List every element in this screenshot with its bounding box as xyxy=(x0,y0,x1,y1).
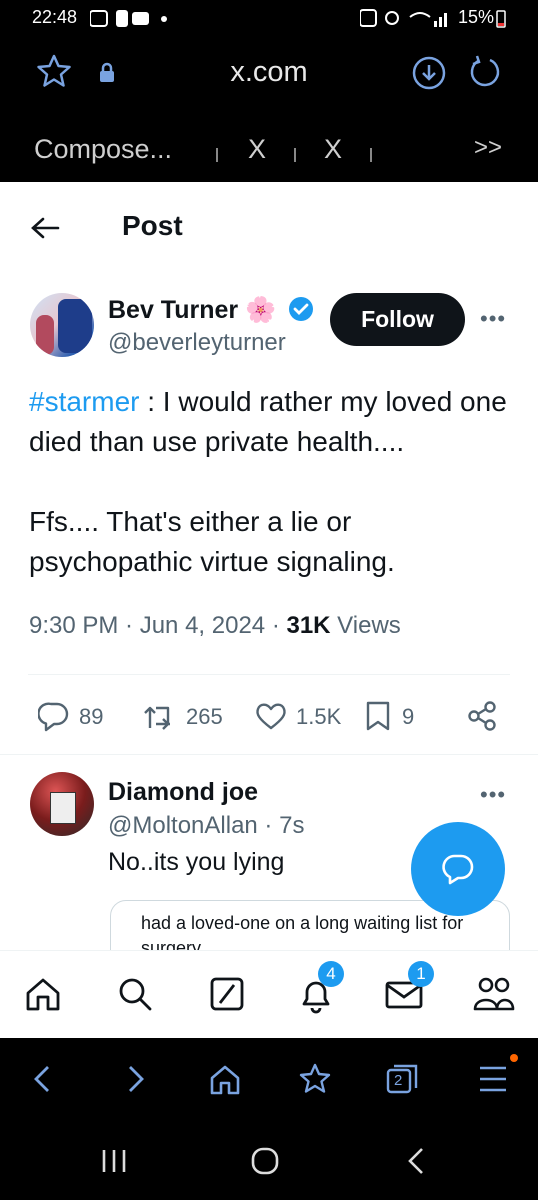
system-back-icon[interactable] xyxy=(406,1146,426,1176)
status-time: 22:48 xyxy=(32,7,78,27)
tab-count: 2 xyxy=(394,1072,403,1089)
reload-icon[interactable] xyxy=(468,54,502,90)
bookmarks-star-icon[interactable] xyxy=(298,1062,332,1096)
reply-icon xyxy=(38,702,69,732)
menu-icon[interactable] xyxy=(478,1064,510,1094)
tab-compose[interactable]: Compose... xyxy=(34,134,172,165)
system-nav-bar xyxy=(0,1118,538,1200)
notifications-badge: 4 xyxy=(318,961,344,987)
page-content: Post Bev Turner 🌸 @beverleyturner Follow… xyxy=(0,182,538,1038)
back-arrow-icon[interactable] xyxy=(30,216,60,240)
compose-reply-button[interactable] xyxy=(411,822,505,916)
back-icon[interactable] xyxy=(32,1064,52,1094)
avatar[interactable] xyxy=(30,293,94,357)
author-handle[interactable]: @beverleyturner xyxy=(108,329,286,357)
battery-icon xyxy=(496,10,506,28)
recents-icon[interactable] xyxy=(100,1148,130,1174)
tab-x-1[interactable]: X xyxy=(248,134,266,165)
reply-author-name[interactable]: Diamond joe xyxy=(108,778,258,807)
divider xyxy=(0,754,538,755)
communities-icon[interactable] xyxy=(472,975,516,1013)
tab-separator xyxy=(370,148,372,162)
author-name[interactable]: Bev Turner 🌸 xyxy=(108,296,276,325)
tab-separator xyxy=(216,148,218,162)
download-icon[interactable] xyxy=(412,56,446,90)
reply-handle-time[interactable]: @MoltonAllan · 7s xyxy=(108,812,304,840)
url-field[interactable]: x.com xyxy=(0,56,538,89)
tab-x-2[interactable]: X xyxy=(324,134,342,165)
notification-icons xyxy=(90,10,167,27)
reply-avatar[interactable] xyxy=(30,772,94,836)
browser-bottom-bar: 2 xyxy=(0,1038,538,1118)
page-title: Post xyxy=(122,210,183,241)
home-button-icon[interactable] xyxy=(250,1146,280,1176)
search-icon[interactable] xyxy=(116,975,154,1013)
verified-badge-icon xyxy=(289,297,313,321)
more-tabs-button[interactable]: >> xyxy=(474,134,502,162)
hashtag-link[interactable]: #starmer xyxy=(29,386,139,417)
bookmark-icon xyxy=(366,701,390,731)
tab-strip: Compose... X X >> xyxy=(0,128,538,172)
views-count: 31K xyxy=(286,612,331,639)
share-icon[interactable] xyxy=(466,700,498,732)
reply-more-options-icon[interactable]: ••• xyxy=(480,782,506,808)
tab-separator xyxy=(294,148,296,162)
heart-icon xyxy=(256,703,286,730)
battery-text: 15% xyxy=(457,7,494,27)
browser-home-icon[interactable] xyxy=(208,1064,242,1096)
tweet-text: #starmer : I would rather my loved one d… xyxy=(29,386,507,577)
bottom-nav: 4 1 xyxy=(0,950,538,1038)
compose-reply-icon xyxy=(442,854,474,885)
tweet-actions: 89 265 1.5K 9 xyxy=(0,687,538,743)
tweet-timestamp: 9:30 PM · Jun 4, 2024 · 31K Views xyxy=(29,612,401,639)
forward-icon[interactable] xyxy=(126,1064,146,1094)
browser-toolbar: x.com Compose... X X >> xyxy=(0,36,538,182)
divider xyxy=(28,674,510,675)
system-status-icons xyxy=(360,9,447,27)
messages-badge: 1 xyxy=(408,961,434,987)
grok-icon[interactable] xyxy=(208,975,246,1013)
repost-icon xyxy=(144,706,170,730)
reply-text: No..its you lying xyxy=(108,848,285,876)
more-options-icon[interactable]: ••• xyxy=(480,306,506,332)
tabs-button[interactable]: 2 xyxy=(386,1064,418,1094)
status-bar: 22:48 15% xyxy=(0,0,538,36)
author-emoji: 🌸 xyxy=(245,296,277,324)
follow-button[interactable]: Follow xyxy=(330,293,465,346)
home-icon[interactable] xyxy=(24,975,62,1013)
menu-notification-dot xyxy=(510,1054,518,1062)
